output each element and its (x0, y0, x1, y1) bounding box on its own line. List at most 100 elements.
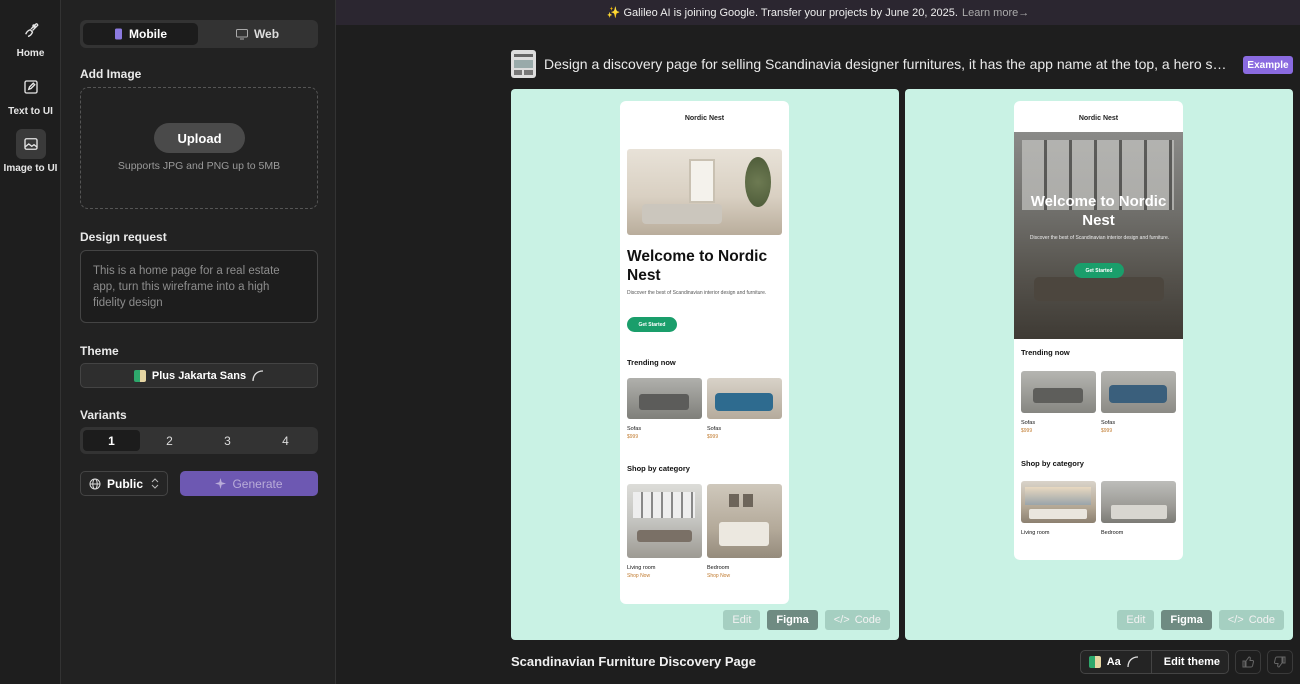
edit-button[interactable]: Edit (723, 610, 761, 630)
variants-label: Variants (80, 408, 127, 422)
code-icon: </> (833, 614, 850, 626)
platform-mobile-label: Mobile (129, 27, 167, 41)
rail-item-image-to-ui[interactable]: Image to UI (0, 129, 61, 174)
trending-image-1 (1021, 371, 1096, 413)
thumbs-up-icon (1242, 656, 1254, 668)
trending-image-2 (1101, 371, 1176, 413)
design-card-1[interactable]: Nordic Nest Welcome to Nordic Nest Disco… (511, 89, 899, 640)
category-title: Shop by category (627, 464, 690, 473)
category-1-link[interactable]: Shop Now (627, 573, 650, 579)
category-1-name: Living room (1021, 530, 1050, 536)
variant-1-button[interactable]: 1 (83, 430, 140, 451)
hero-title: Welcome to Nordic Nest (1030, 193, 1167, 229)
category-2-name: Bedroom (707, 565, 730, 571)
code-button[interactable]: </> Code (824, 610, 890, 630)
chevron-updown-icon (151, 478, 159, 489)
code-icon: </> (1227, 614, 1244, 626)
image-dropzone[interactable]: Upload Supports JPG and PNG up to 5MB (80, 87, 318, 209)
thumbs-up-button[interactable] (1235, 650, 1261, 674)
prompt-row: Design a discovery page for selling Scan… (511, 50, 1293, 78)
trending-image-1 (627, 378, 702, 419)
trending-title: Trending now (627, 358, 676, 367)
radius-icon (252, 369, 264, 381)
card-2-actions: Edit Figma </> Code (1117, 610, 1284, 630)
card-1-actions: Edit Figma </> Code (723, 610, 890, 630)
trending-item-1-name: Sofas (1021, 420, 1036, 426)
result-toolbar: Aa Edit theme (1079, 650, 1293, 674)
variant-4-button[interactable]: 4 (257, 430, 314, 451)
globe-icon (89, 478, 101, 489)
design-request-label: Design request (80, 230, 167, 244)
example-badge: Example (1243, 56, 1293, 74)
category-1-name: Living room (627, 565, 656, 571)
platform-toggle: Mobile Web (80, 20, 318, 48)
generate-button[interactable]: Generate (180, 471, 318, 496)
category-2-name: Bedroom (1101, 530, 1124, 536)
hero-title: Welcome to Nordic Nest (627, 248, 768, 284)
category-image-living (627, 484, 702, 558)
divider (1150, 650, 1152, 674)
visibility-select[interactable]: Public (80, 471, 168, 496)
category-title: Shop by category (1021, 459, 1084, 468)
app-name: Nordic Nest (1078, 115, 1119, 122)
get-started-button[interactable]: Get Started (627, 317, 677, 332)
theme-swatch (133, 369, 146, 382)
variant-3-button[interactable]: 3 (199, 430, 256, 451)
code-button[interactable]: </> Code (1218, 610, 1284, 630)
main-area: ✨ Galileo AI is joining Google. Transfer… (336, 0, 1300, 684)
thumbs-down-icon (1274, 656, 1286, 668)
edit-button[interactable]: Edit (1117, 610, 1155, 630)
phone-icon (115, 28, 122, 40)
design-request-input[interactable]: This is a home page for a real estate ap… (80, 250, 318, 323)
rail-item-home[interactable]: Home (0, 14, 61, 59)
app-name: Nordic Nest (684, 115, 725, 122)
trending-item-2-name: Sofas (1101, 420, 1116, 426)
image-icon (15, 129, 46, 159)
generator-panel: Mobile Web Add Image Upload Supports JPG… (61, 0, 336, 684)
variants-toggle: 1 2 3 4 (80, 427, 318, 454)
phone-preview-2: Nordic Nest Welcome to Nordic Nest Disco… (1014, 101, 1183, 560)
get-started-button[interactable]: Get Started (1074, 263, 1124, 278)
theme-selector[interactable]: Plus Jakarta Sans (80, 363, 318, 388)
code-label: Code (1248, 614, 1275, 626)
result-title: Scandinavian Furniture Discovery Page (511, 654, 756, 669)
trending-item-1-price: $999 (1021, 428, 1033, 434)
figma-button[interactable]: Figma (1161, 610, 1212, 630)
design-card-2[interactable]: Nordic Nest Welcome to Nordic Nest Disco… (905, 89, 1293, 640)
visibility-value: Public (107, 476, 144, 491)
platform-mobile-button[interactable]: Mobile (83, 23, 198, 45)
code-label: Code (854, 614, 881, 626)
rail-label-text-to-ui: Text to UI (8, 106, 53, 117)
upload-hint: Supports JPG and PNG up to 5MB (117, 160, 281, 172)
trending-item-1-name: Sofas (627, 426, 642, 432)
rail-label-image-to-ui: Image to UI (3, 163, 58, 174)
thumbs-down-button[interactable] (1267, 650, 1293, 674)
hero-image: Welcome to Nordic Nest Discover the best… (1014, 132, 1183, 339)
category-image-bedroom (1101, 481, 1176, 523)
learn-more-link[interactable]: Learn more→ (962, 7, 1029, 19)
hero-subtitle: Discover the best of Scandinavian interi… (1029, 235, 1170, 241)
category-image-living (1021, 481, 1096, 523)
figma-button[interactable]: Figma (767, 610, 818, 630)
platform-web-button[interactable]: Web (200, 23, 315, 45)
font-sample: Aa (1106, 656, 1121, 668)
trending-item-2-price: $999 (707, 434, 719, 440)
category-2-link[interactable]: Shop Now (707, 573, 730, 579)
trending-item-2-name: Sofas (707, 426, 722, 432)
generate-label: Generate (232, 476, 283, 491)
monitor-icon (235, 28, 248, 39)
rocket-icon (16, 14, 46, 44)
variant-2-button[interactable]: 2 (141, 430, 198, 451)
add-image-label: Add Image (80, 67, 142, 81)
theme-value: Plus Jakarta Sans (151, 369, 247, 382)
upload-button[interactable]: Upload (154, 123, 245, 153)
rail-item-text-to-ui[interactable]: Text to UI (0, 72, 61, 117)
left-rail: Home Text to UI Image to UI (0, 0, 61, 684)
trending-title: Trending now (1021, 348, 1070, 357)
theme-swatch (1088, 656, 1101, 668)
edit-theme-button[interactable]: Aa Edit theme (1079, 650, 1229, 674)
theme-label: Theme (80, 344, 119, 358)
category-image-bedroom (707, 484, 782, 558)
hero-subtitle: Discover the best of Scandinavian interi… (627, 290, 767, 296)
banner-text: ✨ Galileo AI is joining Google. Transfer… (606, 7, 958, 19)
